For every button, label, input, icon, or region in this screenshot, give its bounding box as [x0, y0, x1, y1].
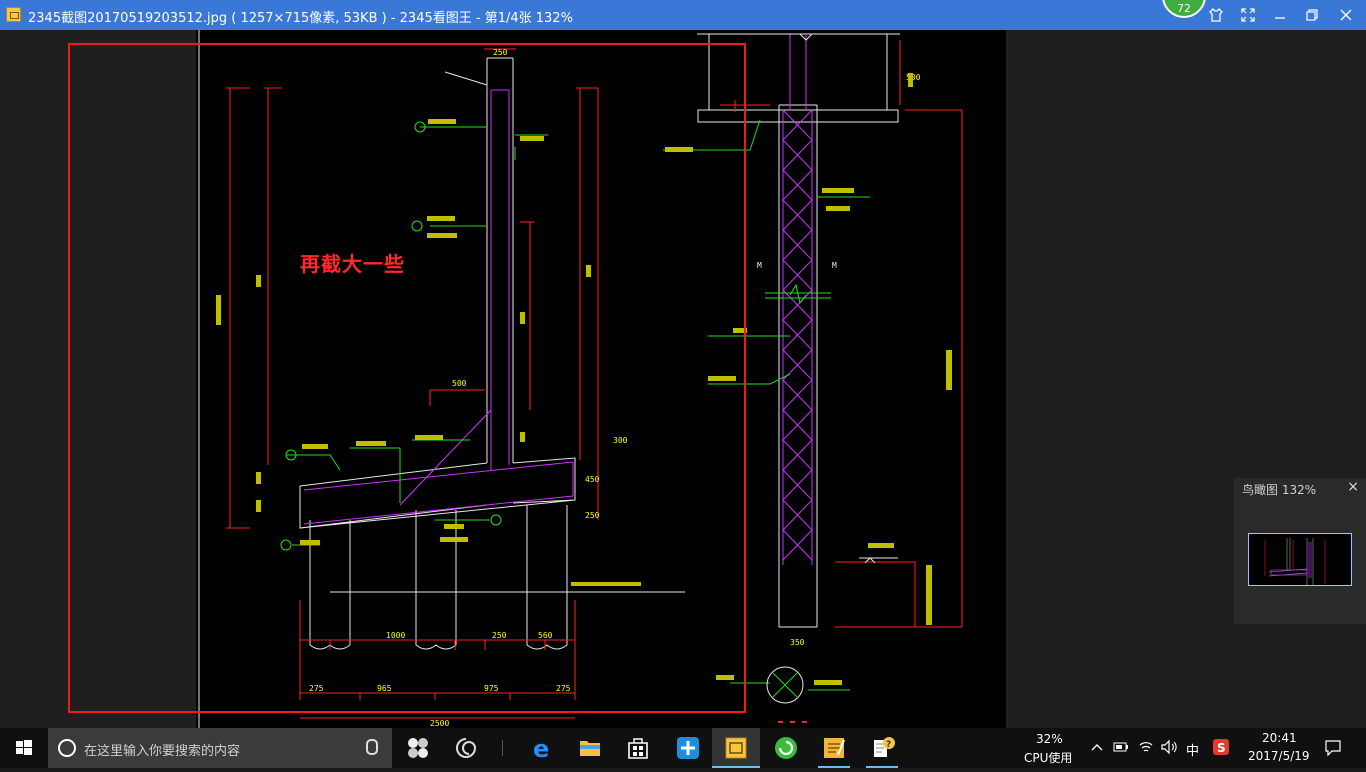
ime-indicator[interactable]: 中 [1186, 740, 1199, 759]
restore-icon [1306, 9, 1318, 21]
expand-icon [1241, 8, 1255, 22]
svg-text:?: ? [886, 740, 891, 750]
clock-date[interactable]: 2017/5/19 [1248, 749, 1310, 763]
cad-drawing: 250 1000 250 560 275 965 975 275 2500 30… [196, 30, 1006, 728]
360-safe-button[interactable] [762, 728, 810, 768]
bird-eye-close-button[interactable]: × [1347, 479, 1359, 495]
shirt-icon [1209, 8, 1223, 22]
cortana-icon [58, 739, 76, 757]
qq-transfer-button[interactable] [664, 728, 712, 768]
minimize-button[interactable] [1264, 0, 1296, 30]
edge-icon: e [533, 735, 549, 763]
transfer-icon [677, 737, 699, 759]
window-title: 2345截图20170519203512.jpg ( 1257×715像素, 5… [28, 11, 573, 26]
bird-eye-title: 鸟瞰图 132% [1242, 483, 1317, 497]
retaining-wall-drawing: 250 1000 250 560 275 965 975 275 2500 30… [198, 30, 963, 728]
notes-button[interactable] [810, 728, 858, 768]
sogou-ime-icon[interactable]: S [1212, 738, 1230, 756]
dim-bottom-label: 975 [484, 684, 499, 693]
dim-bottom-label: 2500 [430, 719, 449, 728]
file-explorer-button[interactable] [566, 728, 614, 768]
minimize-icon [1275, 17, 1285, 19]
task-view-icon [408, 738, 428, 758]
help-doc-button[interactable]: ? [858, 728, 906, 768]
dim-bottom-label: 965 [377, 684, 392, 693]
bird-eye-thumbnail[interactable] [1248, 533, 1352, 586]
dim-bottom-label: 1000 [386, 631, 405, 640]
clock-time[interactable]: 20:41 [1262, 731, 1297, 745]
dim-right-label: 300 [613, 436, 628, 445]
folder-icon [580, 741, 600, 756]
taskbar-divider [502, 740, 503, 756]
dim-bottom-label: 275 [309, 684, 324, 693]
thumbnail-preview [1249, 534, 1351, 585]
skin-button[interactable] [1200, 0, 1232, 30]
help-document-icon: ? [874, 737, 895, 757]
dim-top-label: 250 [493, 48, 508, 57]
dim-right-label: 500 [452, 379, 467, 388]
store-button[interactable] [614, 728, 662, 768]
title-bar: 2345截图20170519203512.jpg ( 1257×715像素, 5… [0, 0, 1366, 30]
section-marker: M [832, 261, 837, 270]
chevron-up-icon[interactable] [1090, 740, 1104, 754]
wifi-icon[interactable] [1138, 739, 1154, 755]
2345-viewer-button[interactable] [712, 728, 760, 768]
edge-button[interactable]: e [518, 728, 566, 768]
bird-eye-panel[interactable]: 鸟瞰图 132% × [1234, 478, 1366, 624]
dim-bottom-label: 560 [538, 631, 553, 640]
dim-right-label: 450 [585, 475, 600, 484]
fullscreen-button[interactable] [1232, 0, 1264, 30]
app-icon [6, 7, 21, 22]
microphone-icon[interactable] [366, 739, 378, 755]
shield-icon [775, 737, 797, 759]
search-box[interactable]: 在这里输入你要搜索的内容 [48, 728, 392, 768]
svg-text:e: e [533, 735, 549, 763]
search-placeholder: 在这里输入你要搜索的内容 [84, 744, 241, 759]
dim-right-label: 350 [790, 638, 805, 647]
start-button[interactable] [0, 728, 48, 768]
task-view-button[interactable] [394, 728, 442, 768]
windows-icon [16, 740, 32, 755]
close-button[interactable] [1330, 0, 1362, 30]
volume-icon[interactable] [1160, 739, 1178, 755]
browser-360-button[interactable] [442, 728, 490, 768]
svg-text:S: S [1217, 741, 1226, 755]
dim-bottom-label: 275 [556, 684, 571, 693]
store-icon [628, 738, 648, 759]
maximize-button[interactable] [1296, 0, 1328, 30]
notepad-icon [824, 738, 845, 758]
close-icon [1340, 9, 1352, 21]
dim-bottom-label: 250 [492, 631, 507, 640]
image-viewer-icon [725, 737, 747, 759]
cpu-percent: 32% [1036, 732, 1063, 746]
dim-right-label: 250 [585, 511, 600, 520]
spiral-browser-icon [456, 738, 477, 758]
section-marker: M [757, 261, 762, 270]
cpu-label: CPU使用 [1024, 751, 1073, 765]
battery-icon[interactable] [1113, 740, 1129, 754]
annotation-text: 再截大一些 [300, 252, 405, 276]
taskbar: 在这里输入你要搜索的内容 e ? 32% CPU使用 中 S 20:41 201… [0, 728, 1366, 768]
action-center-icon[interactable] [1324, 739, 1342, 757]
